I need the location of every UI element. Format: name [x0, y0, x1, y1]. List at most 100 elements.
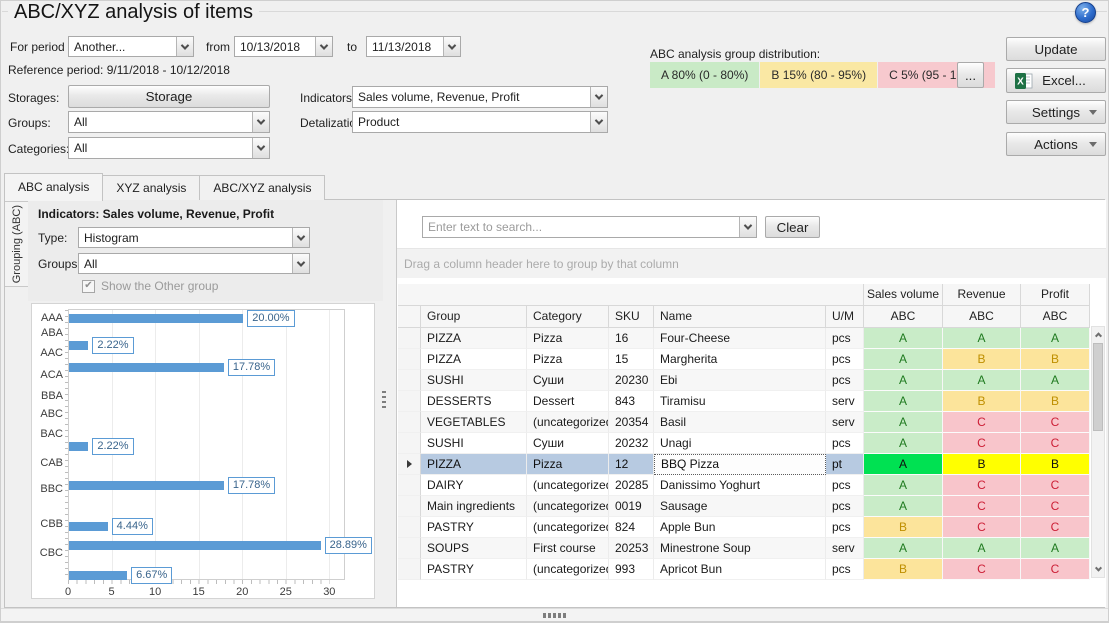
chevron-down-icon[interactable]: [292, 254, 309, 273]
column-header-abc-3[interactable]: ABC: [1021, 306, 1090, 328]
chevron-down-icon[interactable]: [252, 138, 269, 158]
cell-category[interactable]: Pizza: [527, 454, 609, 475]
cell-um[interactable]: pcs: [826, 559, 864, 580]
cell-sku[interactable]: 20253: [609, 538, 654, 559]
cell-abc-profit[interactable]: A: [1021, 328, 1090, 349]
tab-xyz-analysis[interactable]: XYZ analysis: [102, 175, 200, 200]
cell-sku[interactable]: 12: [609, 454, 654, 475]
chevron-down-icon[interactable]: [292, 228, 309, 247]
table-row[interactable]: VEGETABLES(uncategorized)20354BasilservA…: [398, 412, 1090, 433]
cell-category[interactable]: Pizza: [527, 349, 609, 370]
categories-select[interactable]: All: [68, 137, 270, 159]
column-header-name[interactable]: Name: [654, 306, 826, 328]
cell-um[interactable]: serv: [826, 412, 864, 433]
cell-um[interactable]: serv: [826, 538, 864, 559]
cell-abc-revenue[interactable]: C: [943, 412, 1021, 433]
cell-abc-revenue[interactable]: C: [943, 559, 1021, 580]
cell-group[interactable]: DESSERTS: [421, 391, 527, 412]
table-row[interactable]: DAIRY(uncategorized)20285Danissimo Yoghu…: [398, 475, 1090, 496]
cell-abc-sales-volume[interactable]: B: [864, 559, 943, 580]
from-date-select[interactable]: 10/13/2018: [234, 36, 333, 57]
cell-um[interactable]: pcs: [826, 433, 864, 454]
cell-abc-revenue[interactable]: A: [943, 538, 1021, 559]
cell-abc-profit[interactable]: C: [1021, 412, 1090, 433]
cell-category[interactable]: Суши: [527, 370, 609, 391]
cell-abc-profit[interactable]: A: [1021, 370, 1090, 391]
chevron-down-icon[interactable]: [590, 87, 607, 107]
cell-group[interactable]: SUSHI: [421, 433, 527, 454]
cell-name[interactable]: Sausage: [654, 496, 826, 517]
cell-name[interactable]: Tiramisu: [654, 391, 826, 412]
chart-groups-select[interactable]: All: [78, 253, 310, 274]
cell-um[interactable]: pt: [826, 454, 864, 475]
cell-abc-sales-volume[interactable]: A: [864, 538, 943, 559]
cell-name[interactable]: Minestrone Soup: [654, 538, 826, 559]
clear-button[interactable]: Clear: [765, 216, 820, 238]
vertical-splitter-grip[interactable]: [382, 391, 386, 410]
scroll-down-button[interactable]: [1092, 562, 1104, 577]
table-row[interactable]: SUSHIСуши20232UnagipcsACC: [398, 433, 1090, 454]
cell-category[interactable]: (uncategorized): [527, 559, 609, 580]
cell-name[interactable]: Basil: [654, 412, 826, 433]
indicators-select[interactable]: Sales volume, Revenue, Profit: [352, 86, 608, 108]
group-by-band[interactable]: Drag a column header here to group by th…: [397, 248, 1106, 278]
chart-bar[interactable]: [69, 363, 224, 372]
cell-category[interactable]: First course: [527, 538, 609, 559]
cell-name[interactable]: Apple Bun: [654, 517, 826, 538]
detalization-select[interactable]: Product: [352, 111, 608, 133]
cell-group[interactable]: VEGETABLES: [421, 412, 527, 433]
cell-sku[interactable]: 20230: [609, 370, 654, 391]
cell-sku[interactable]: 16: [609, 328, 654, 349]
cell-abc-revenue[interactable]: A: [943, 328, 1021, 349]
band-header-profit[interactable]: Profit: [1021, 284, 1090, 306]
cell-name[interactable]: Unagi: [654, 433, 826, 454]
scrollbar-thumb[interactable]: [1093, 343, 1103, 431]
help-icon[interactable]: ?: [1075, 2, 1096, 23]
cell-abc-profit[interactable]: A: [1021, 538, 1090, 559]
column-header-abc-2[interactable]: ABC: [943, 306, 1021, 328]
cell-group[interactable]: SUSHI: [421, 370, 527, 391]
table-row[interactable]: PIZZAPizza15MargheritapcsABB: [398, 349, 1090, 370]
search-box[interactable]: [422, 216, 757, 238]
cell-category[interactable]: (uncategorized): [527, 412, 609, 433]
scroll-up-button[interactable]: [1092, 327, 1104, 342]
cell-sku[interactable]: 993: [609, 559, 654, 580]
cell-category[interactable]: (uncategorized): [527, 496, 609, 517]
cell-abc-sales-volume[interactable]: A: [864, 391, 943, 412]
band-header-sales-volume[interactable]: Sales volume: [864, 284, 943, 306]
cell-name[interactable]: BBQ Pizza: [654, 454, 826, 475]
cell-group[interactable]: PIZZA: [421, 349, 527, 370]
cell-abc-sales-volume[interactable]: A: [864, 475, 943, 496]
cell-name[interactable]: Danissimo Yoghurt: [654, 475, 826, 496]
storage-button[interactable]: Storage: [68, 85, 270, 108]
vertical-tab-grouping-abc[interactable]: Grouping (ABC): [5, 201, 28, 287]
cell-abc-profit[interactable]: C: [1021, 517, 1090, 538]
cell-group[interactable]: PIZZA: [421, 328, 527, 349]
chart-bar[interactable]: [69, 541, 321, 550]
chevron-down-icon[interactable]: [739, 217, 756, 237]
cell-group[interactable]: PASTRY: [421, 559, 527, 580]
type-select[interactable]: Histogram: [78, 227, 310, 248]
cell-abc-sales-volume[interactable]: A: [864, 412, 943, 433]
cell-abc-sales-volume[interactable]: A: [864, 496, 943, 517]
chart-bar[interactable]: [69, 442, 88, 451]
cell-um[interactable]: pcs: [826, 349, 864, 370]
chevron-down-icon[interactable]: [590, 112, 607, 132]
cell-abc-sales-volume[interactable]: B: [864, 517, 943, 538]
cell-abc-sales-volume[interactable]: A: [864, 328, 943, 349]
cell-group[interactable]: PASTRY: [421, 517, 527, 538]
cell-abc-revenue[interactable]: C: [943, 496, 1021, 517]
table-row[interactable]: SUSHIСуши20230EbipcsAAA: [398, 370, 1090, 391]
table-row[interactable]: PASTRY(uncategorized)824Apple BunpcsBCC: [398, 517, 1090, 538]
cell-sku[interactable]: 20354: [609, 412, 654, 433]
chart-bar[interactable]: [69, 481, 224, 490]
cell-category[interactable]: Суши: [527, 433, 609, 454]
cell-abc-profit[interactable]: C: [1021, 475, 1090, 496]
cell-um[interactable]: pcs: [826, 475, 864, 496]
cell-group[interactable]: Main ingredients: [421, 496, 527, 517]
cell-category[interactable]: Pizza: [527, 328, 609, 349]
distribution-more-button[interactable]: ...: [957, 62, 984, 88]
cell-um[interactable]: pcs: [826, 370, 864, 391]
cell-abc-profit[interactable]: C: [1021, 433, 1090, 454]
cell-name[interactable]: Apricot Bun: [654, 559, 826, 580]
